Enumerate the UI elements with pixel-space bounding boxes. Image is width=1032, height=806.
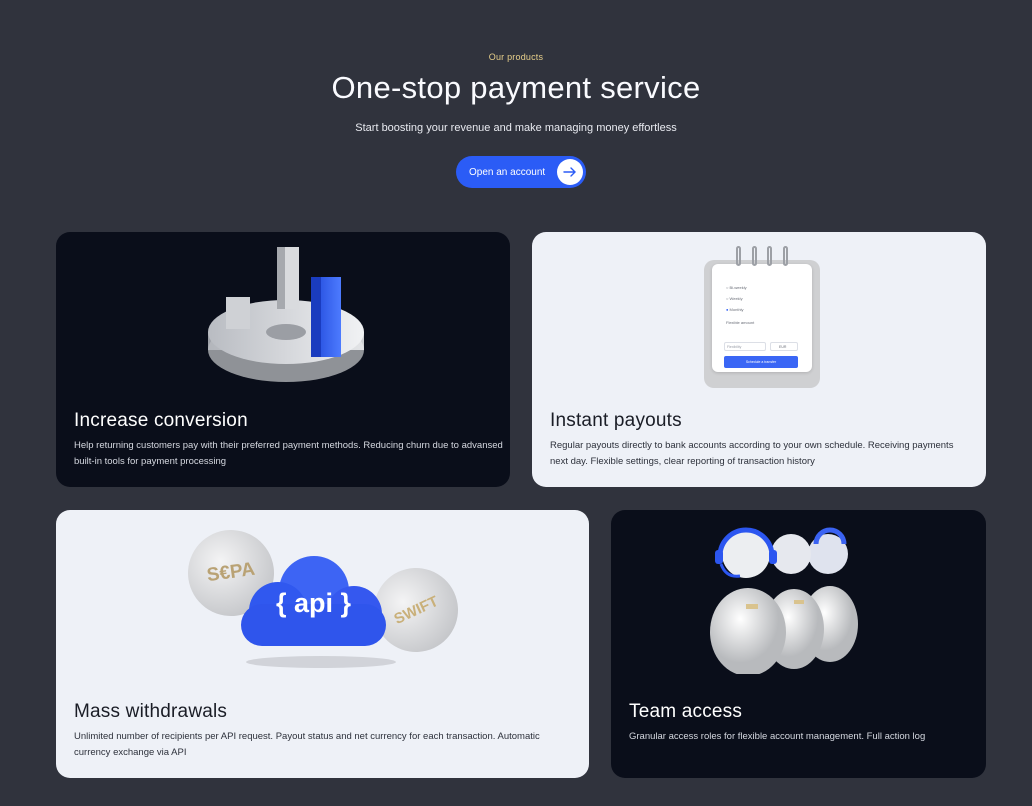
notepad-option: ● Monthly: [726, 307, 744, 312]
api-cloud-coins-illustration: S€PA SWIFT { api }: [182, 524, 472, 673]
notepad-schedule-illustration: ○ Bi-weekly ○ Weekly ● Monthly Flexible …: [704, 246, 820, 388]
card-description: Unlimited number of recipients per API r…: [74, 731, 540, 758]
card-description: Granular access roles for flexible accou…: [629, 731, 926, 742]
pie-bar-chart-illustration: [208, 247, 364, 382]
open-account-button[interactable]: Open an account: [456, 156, 586, 188]
team-figures-illustration: [710, 527, 858, 674]
page-subtitle: Start boosting your revenue and make man…: [355, 122, 677, 134]
card-instant-payouts: ○ Bi-weekly ○ Weekly ● Monthly Flexible …: [532, 232, 986, 487]
card-increase-conversion: Increase conversion Help returning custo…: [56, 232, 510, 487]
card-title: Mass withdrawals: [74, 701, 228, 722]
card-description: Regular payouts directly to bank account…: [550, 440, 954, 467]
page-title: One-stop payment service: [331, 70, 701, 105]
notepad-option: ○ Weekly: [726, 296, 743, 301]
card-team-access: Team access Granular access roles for fl…: [611, 510, 986, 778]
card-title: Instant payouts: [550, 410, 682, 431]
card-mass-withdrawals: S€PA SWIFT { api } Mass withdrawals Unli…: [56, 510, 589, 778]
notepad-amount-field: Flexibility: [724, 342, 766, 351]
notepad-currency-select: EUR: [770, 342, 798, 351]
notepad-field-label: Flexible amount: [726, 320, 755, 325]
notepad-schedule-button: Schedule a transfer: [724, 356, 798, 368]
notepad-option: ○ Bi-weekly: [726, 285, 747, 290]
open-account-label: Open an account: [469, 166, 546, 178]
card-title: Team access: [629, 701, 743, 722]
card-title: Increase conversion: [74, 410, 248, 431]
section-eyebrow: Our products: [488, 52, 544, 62]
arrow-right-icon: [557, 159, 583, 185]
api-cloud: { api }: [241, 556, 386, 648]
card-description: Help returning customers pay with their …: [74, 440, 503, 467]
